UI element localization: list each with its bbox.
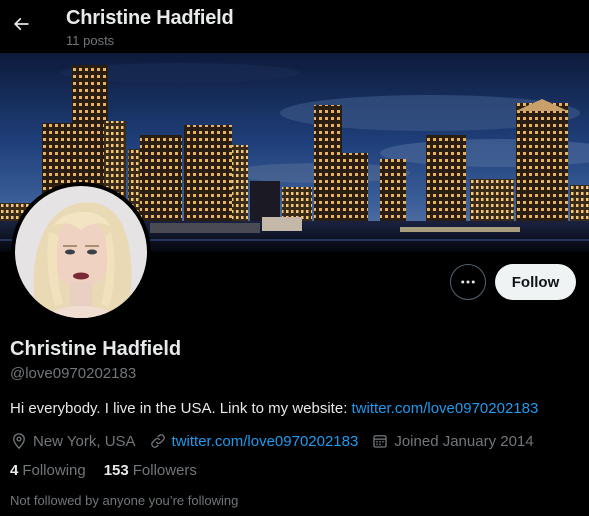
location-text: New York, USA [33,432,136,450]
follow-counts: 4 Following 153 Followers [10,462,215,479]
bio-text: Hi everybody. I live in the USA. Link to… [10,400,352,417]
posts-count: 11 posts [66,33,115,48]
profile-meta: New York, USA twitter.com/love0970202183… [10,431,547,451]
location-pin-icon [13,433,25,450]
following-count: 4 [10,462,19,479]
followers-label: Followers [132,462,197,479]
link-icon [150,434,165,448]
arrow-left-icon [13,17,29,31]
website-link[interactable]: twitter.com/love0970202183 [172,433,359,450]
follow-button[interactable]: Follow [495,264,576,300]
profile-avatar[interactable] [11,182,151,322]
joined-text: Joined January 2014 [394,432,534,450]
profile-handle: @love0970202183 [10,365,137,382]
location-item: New York, USA [10,432,136,450]
following-label: Following [22,462,86,479]
joined-item: Joined January 2014 [371,432,534,450]
followers-count: 153 [103,462,129,479]
bio-link[interactable]: twitter.com/love0970202183 [352,400,539,417]
back-button[interactable] [4,7,38,41]
calendar-icon [373,435,388,448]
website-item[interactable]: twitter.com/love0970202183 [149,432,359,450]
not-followed-note: Not followed by anyone you’re following [10,493,239,508]
more-dots-icon [461,280,475,284]
followers-link[interactable]: 153 Followers [104,462,197,479]
following-link[interactable]: 4 Following [10,462,86,479]
profile-bio: Hi everybody. I live in the USA. Link to… [10,400,538,417]
profile-display-name: Christine Hadfield [10,338,182,360]
header-title: Christine Hadfield [66,7,234,29]
more-options-button[interactable] [450,264,486,300]
profile-header-bar: Christine Hadfield 11 posts [0,0,589,53]
